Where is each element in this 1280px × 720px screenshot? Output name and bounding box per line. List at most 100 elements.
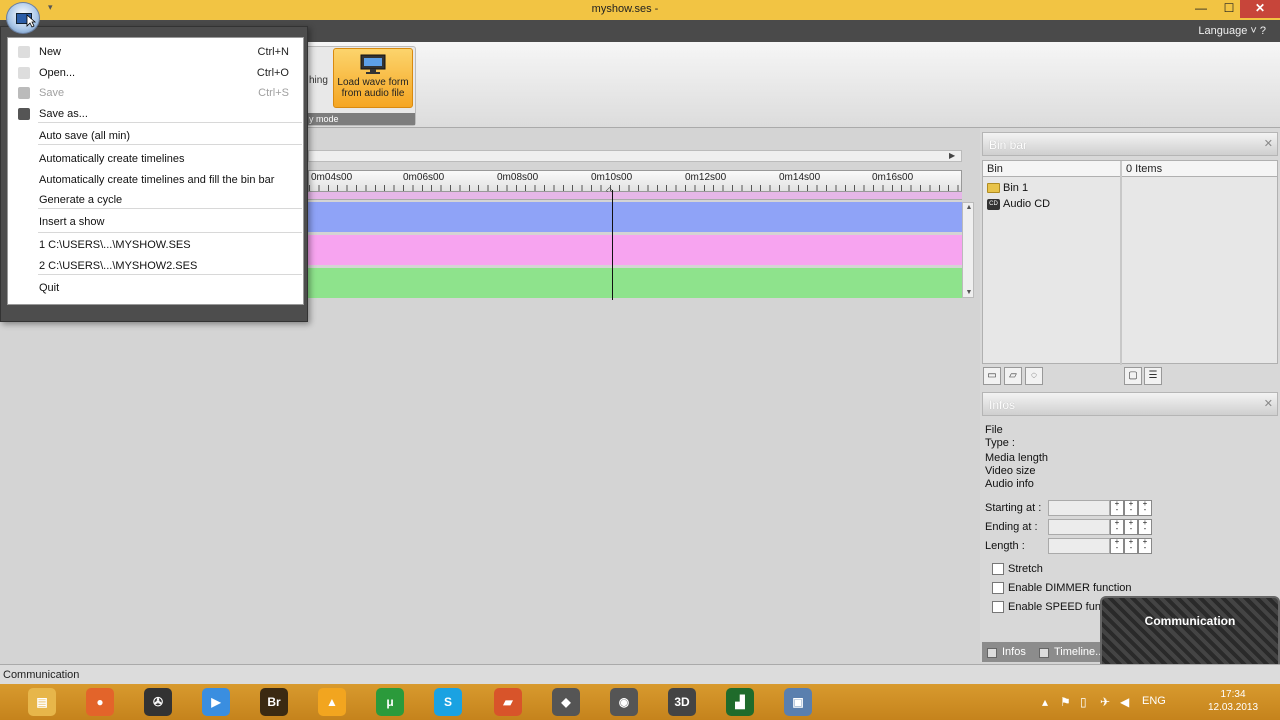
scroll-up-icon[interactable]: ▲	[964, 204, 974, 211]
file-menu-item-0[interactable]: New Ctrl+N	[8, 42, 305, 62]
bin-column-header[interactable]: Bin	[983, 161, 1121, 177]
ruler-label: 0m10s00	[591, 172, 633, 183]
file-menu-item-4[interactable]: Auto save (all min)	[8, 126, 305, 146]
taskbar-recorder[interactable]: ◉	[598, 686, 650, 718]
timeline-track-3[interactable]	[308, 268, 962, 298]
taskbar-video-editor[interactable]: ◆	[540, 686, 592, 718]
close-icon[interactable]: ✕	[1264, 397, 1273, 410]
column-divider[interactable]	[1120, 161, 1122, 365]
delete-icon[interactable]: ◌	[1025, 367, 1043, 385]
file-menu-item-1[interactable]: Open... Ctrl+O	[8, 63, 305, 83]
app-orange-icon: ▰	[494, 688, 522, 716]
length-field[interactable]	[1048, 538, 1110, 554]
minimize-button[interactable]: —	[1184, 0, 1218, 18]
taskbar-aimp[interactable]: ▲	[306, 686, 358, 718]
file-menu-item-10[interactable]: 2 C:\USERS\...\MYSHOW2.SES	[8, 256, 305, 276]
list-view-icon[interactable]: ☰	[1144, 367, 1162, 385]
load-wave-line1: Load wave form	[337, 77, 409, 88]
status-text: Communication	[3, 669, 80, 681]
dimmer-checkbox[interactable]: Enable DIMMER function	[992, 582, 1132, 594]
tray-clock[interactable]: 17:34 12.03.2013	[1198, 688, 1268, 714]
scroll-down-icon[interactable]: ▼	[964, 289, 974, 296]
tray-up-arrow-icon[interactable]: ▴	[1042, 695, 1048, 709]
title-bar: ▾ myshow.ses - — ☐ ✕	[0, 0, 1280, 20]
taskbar-media-reel[interactable]: ✇	[132, 686, 184, 718]
mouse-cursor-icon	[26, 14, 36, 28]
ruler-label: 0m12s00	[685, 172, 727, 183]
tab-timeline[interactable]: Timeline...	[1036, 644, 1108, 662]
chevron-down-icon: ˅ ?	[1250, 25, 1266, 37]
tray-airplane-icon[interactable]: ✈	[1100, 695, 1110, 709]
taskbar-video-player[interactable]: ▶	[190, 686, 242, 718]
bin-bar-header: Bin bar ✕	[982, 132, 1278, 156]
length-label: Length :	[985, 540, 1025, 552]
playhead-line[interactable]	[612, 190, 613, 300]
thumbnail-view-icon[interactable]: ▢	[1124, 367, 1142, 385]
new-file-icon	[18, 46, 30, 58]
stretch-checkbox[interactable]: Stretch	[992, 563, 1043, 575]
taskbar-adobe-bridge[interactable]: Br	[248, 686, 300, 718]
close-icon[interactable]: ✕	[1264, 137, 1273, 150]
items-column-header[interactable]: 0 Items	[1122, 161, 1277, 177]
taskbar-3d-app[interactable]: 3D	[656, 686, 708, 718]
starting-at-field[interactable]	[1048, 500, 1110, 516]
menu-separator	[38, 144, 302, 145]
timeline-marker-bar[interactable]	[308, 192, 962, 200]
taskbar-stats-app[interactable]: ▟	[714, 686, 766, 718]
load-wave-form-button[interactable]: Load wave form from audio file	[333, 48, 413, 108]
taskbar-show-app[interactable]: ▣	[772, 686, 824, 718]
taskbar-utorrent[interactable]: μ	[364, 686, 416, 718]
load-wave-line2: from audio file	[341, 88, 405, 99]
taskbar-skype[interactable]: S	[422, 686, 474, 718]
open-folder-icon[interactable]: ▱	[1004, 367, 1022, 385]
taskbar-app-orange[interactable]: ▰	[482, 686, 534, 718]
new-folder-icon[interactable]: ▭	[983, 367, 1001, 385]
tray-volume-icon[interactable]: ◀	[1120, 695, 1129, 709]
scroll-right-icon[interactable]: ▶	[949, 151, 959, 161]
file-menu-item-6[interactable]: Automatically create timelines and fill …	[8, 170, 305, 190]
bin-item-audio-cd[interactable]: CD Audio CD	[987, 196, 1050, 212]
file-menu-item-label: 2 C:\USERS\...\MYSHOW2.SES	[39, 260, 198, 272]
length-stepper[interactable]: + - + - + -	[1110, 538, 1152, 554]
tray-language[interactable]: ENG	[1142, 695, 1166, 707]
tray-battery-icon[interactable]: ▯	[1080, 695, 1087, 709]
timeline-track-2[interactable]	[308, 235, 962, 265]
timeline-track-1[interactable]	[308, 202, 962, 232]
language-menu[interactable]: Language ˅ ?	[1198, 25, 1266, 37]
file-menu-item-9[interactable]: 1 C:\USERS\...\MYSHOW.SES	[8, 235, 305, 255]
taskbar-file-explorer[interactable]: ▤	[16, 686, 68, 718]
clock-time: 17:34	[1220, 689, 1246, 700]
bin-item-bin-1[interactable]: Bin 1	[987, 180, 1028, 196]
adobe-bridge-icon: Br	[260, 688, 288, 716]
file-menu-item-11[interactable]: Quit	[8, 278, 305, 298]
file-menu-item-7[interactable]: Generate a cycle	[8, 190, 305, 210]
maximize-button[interactable]: ☐	[1218, 0, 1240, 18]
starting-at-stepper[interactable]: + - + - + -	[1110, 500, 1152, 516]
tray-flag-icon[interactable]: ⚑	[1060, 695, 1071, 709]
file-menu-list: New Ctrl+N Open... Ctrl+O Save Ctrl+S Save as.…	[7, 37, 304, 305]
file-menu-item-3[interactable]: Save as...	[8, 104, 305, 124]
ruler-label: 0m08s00	[497, 172, 539, 183]
ruler-ticks	[309, 185, 961, 191]
media-length-label: Media length	[985, 452, 1048, 464]
file-menu-item-8[interactable]: Insert a show	[8, 212, 305, 232]
file-menu-item-5[interactable]: Automatically create timelines	[8, 149, 305, 169]
file-menu-item-2[interactable]: Save Ctrl+S	[8, 83, 305, 103]
timeline-vertical-scrollbar[interactable]: ▲ ▼	[962, 202, 974, 298]
file-menu-item-label: Quit	[39, 282, 60, 294]
timeline-horizontal-scrollbar[interactable]: ▶	[308, 150, 962, 162]
right-panel: Bin bar ✕ Bin 0 Items Bin 1 CD Audio CD …	[980, 128, 1280, 662]
monitor-icon	[360, 54, 386, 74]
tab-infos[interactable]: Infos	[984, 644, 1030, 662]
taskbar-firefox[interactable]: ●	[74, 686, 126, 718]
tab-timeline-label: Timeline...	[1054, 646, 1105, 658]
menu-separator	[38, 232, 302, 233]
close-button[interactable]: ✕	[1240, 0, 1280, 18]
ribbon-group-mode: hing Load wave form from audio file y mo…	[300, 46, 416, 126]
bin-toolbar: ▭ ▱ ◌ ▢ ☰	[982, 366, 1278, 388]
ending-at-stepper[interactable]: + - + - + -	[1110, 519, 1152, 535]
system-tray: ▴ ⚑ ▯ ✈ ◀ ENG 17:34 12.03.2013	[1042, 684, 1274, 720]
ending-at-field[interactable]	[1048, 519, 1110, 535]
file-menu-item-label: Generate a cycle	[39, 194, 123, 206]
timeline-ruler[interactable]: 0m04s00 0m06s00 0m08s00 0m10s00 0m12s00 …	[308, 170, 962, 195]
